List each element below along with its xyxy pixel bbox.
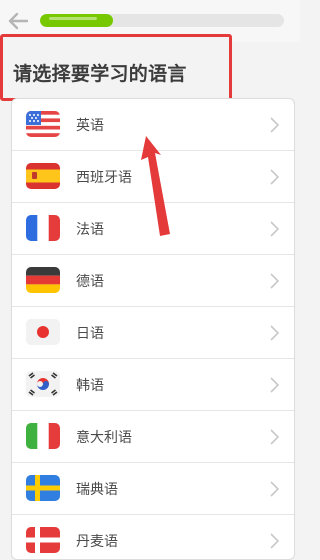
chevron-right-icon — [270, 533, 280, 549]
language-label: 意大利语 — [76, 430, 132, 446]
language-label: 日语 — [76, 326, 104, 342]
spain-flag-icon — [26, 163, 60, 189]
chevron-right-icon — [270, 481, 280, 497]
arrow-left-icon[interactable] — [7, 10, 29, 32]
list-item-english[interactable]: 英语 — [12, 99, 294, 151]
chevron-right-icon — [270, 377, 280, 393]
progress-bar — [40, 14, 284, 27]
list-item-spanish[interactable]: 西班牙语 — [12, 151, 294, 203]
annotation-highlight-box: 请选择要学习的语言 — [0, 34, 232, 101]
list-item-italian[interactable]: 意大利语 — [12, 411, 294, 463]
language-label: 丹麦语 — [76, 534, 118, 550]
progress-fill — [40, 14, 114, 27]
language-label: 英语 — [76, 118, 104, 134]
chevron-right-icon — [270, 117, 280, 133]
chevron-right-icon — [270, 429, 280, 445]
list-item-japanese[interactable]: 日语 — [12, 307, 294, 359]
page-title: 请选择要学习的语言 — [13, 63, 187, 85]
list-item-french[interactable]: 法语 — [12, 203, 294, 255]
list-item-german[interactable]: 德语 — [12, 255, 294, 307]
japan-flag-icon — [26, 319, 60, 345]
language-label: 法语 — [76, 222, 104, 238]
language-label: 瑞典语 — [76, 482, 118, 498]
italy-flag-icon — [26, 423, 60, 449]
language-list: 英语 西班牙语 法语 德语 日语 韩语 意大利语 瑞典语 丹麦语 — [11, 98, 295, 560]
germany-flag-icon — [26, 267, 60, 293]
chevron-right-icon — [270, 325, 280, 341]
language-label: 韩语 — [76, 378, 104, 394]
france-flag-icon — [26, 215, 60, 241]
chevron-right-icon — [270, 221, 280, 237]
denmark-flag-icon — [26, 527, 60, 553]
language-label: 西班牙语 — [76, 170, 132, 186]
list-item-swedish[interactable]: 瑞典语 — [12, 463, 294, 515]
language-label: 德语 — [76, 274, 104, 290]
list-item-korean[interactable]: 韩语 — [12, 359, 294, 411]
us-flag-icon — [26, 111, 60, 137]
chevron-right-icon — [270, 273, 280, 289]
korea-flag-icon — [26, 371, 60, 397]
chevron-right-icon — [270, 169, 280, 185]
sweden-flag-icon — [26, 475, 60, 501]
